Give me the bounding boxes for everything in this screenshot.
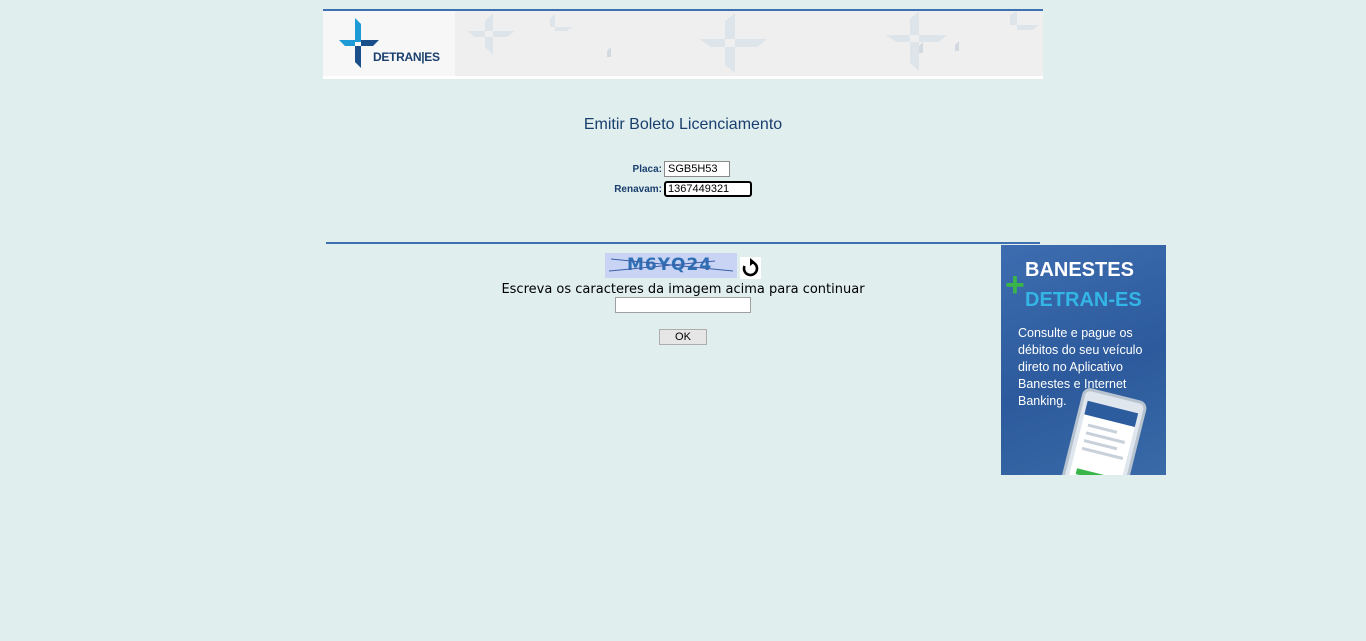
captcha-image: M6YQ24 xyxy=(605,253,737,278)
header-banner: DETRAN|ES xyxy=(323,9,1043,79)
placa-row: Placa: xyxy=(560,161,662,179)
page-title: Emitir Boleto Licenciamento xyxy=(583,116,783,133)
refresh-icon xyxy=(742,258,759,277)
banestes-ad-banner[interactable]: + BANESTES DETRAN-ES Consulte e pague os… xyxy=(1001,245,1166,475)
renavam-label: Renavam: xyxy=(614,184,662,195)
placa-label: Placa: xyxy=(632,164,662,175)
section-divider xyxy=(326,242,1040,244)
phone-screen xyxy=(1068,400,1139,475)
ad-subbrand: DETRAN-ES xyxy=(1025,289,1142,311)
detran-logo[interactable]: DETRAN|ES xyxy=(323,11,455,76)
placa-input[interactable] xyxy=(664,161,730,177)
renavam-row: Renavam: xyxy=(560,181,662,199)
banner-decoration xyxy=(467,11,1039,73)
banner-background: DETRAN|ES xyxy=(323,11,1043,76)
captcha-input[interactable] xyxy=(615,297,751,313)
refresh-captcha-button[interactable] xyxy=(740,257,761,279)
ad-plus-icon: + xyxy=(1005,266,1025,304)
logo-text: DETRAN|ES xyxy=(373,50,440,64)
page: DETRAN|ES Emitir Boleto Licenciamento Pl… xyxy=(0,0,1366,641)
ok-button[interactable]: OK xyxy=(659,329,707,345)
renavam-input[interactable] xyxy=(664,181,752,197)
captcha-noise xyxy=(608,258,734,272)
ad-brand: BANESTES xyxy=(1025,259,1134,281)
